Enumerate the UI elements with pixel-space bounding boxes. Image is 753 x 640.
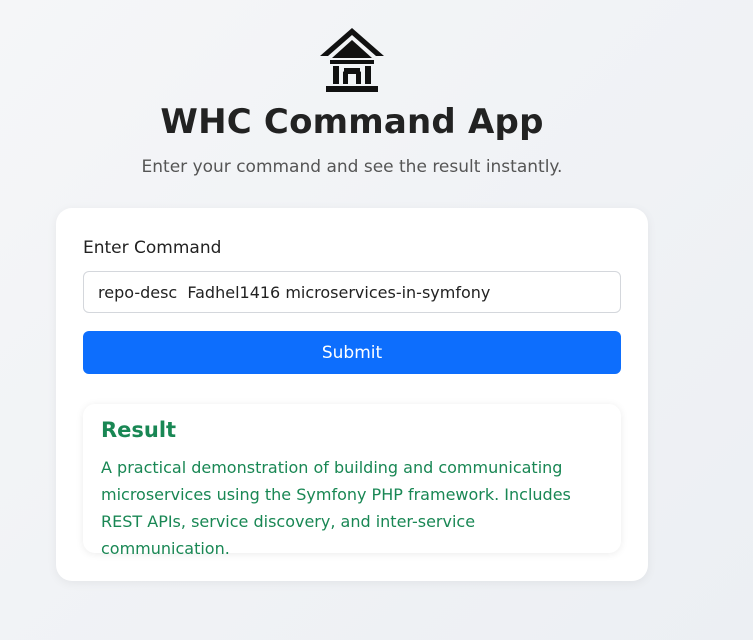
- result-panel: Result A practical demonstration of buil…: [83, 404, 621, 558]
- submit-button[interactable]: Submit: [83, 331, 621, 374]
- page-subtitle: Enter your command and see the result in…: [141, 157, 563, 177]
- result-title: Result: [101, 418, 177, 442]
- command-input[interactable]: [83, 271, 621, 313]
- result-text: A practical demonstration of building an…: [101, 458, 571, 558]
- command-label: Enter Command: [83, 238, 222, 258]
- page-title: WHC Command App: [160, 102, 544, 142]
- command-card: Enter Command Submit Result A practical …: [56, 208, 648, 581]
- bank-building-icon: [318, 26, 386, 94]
